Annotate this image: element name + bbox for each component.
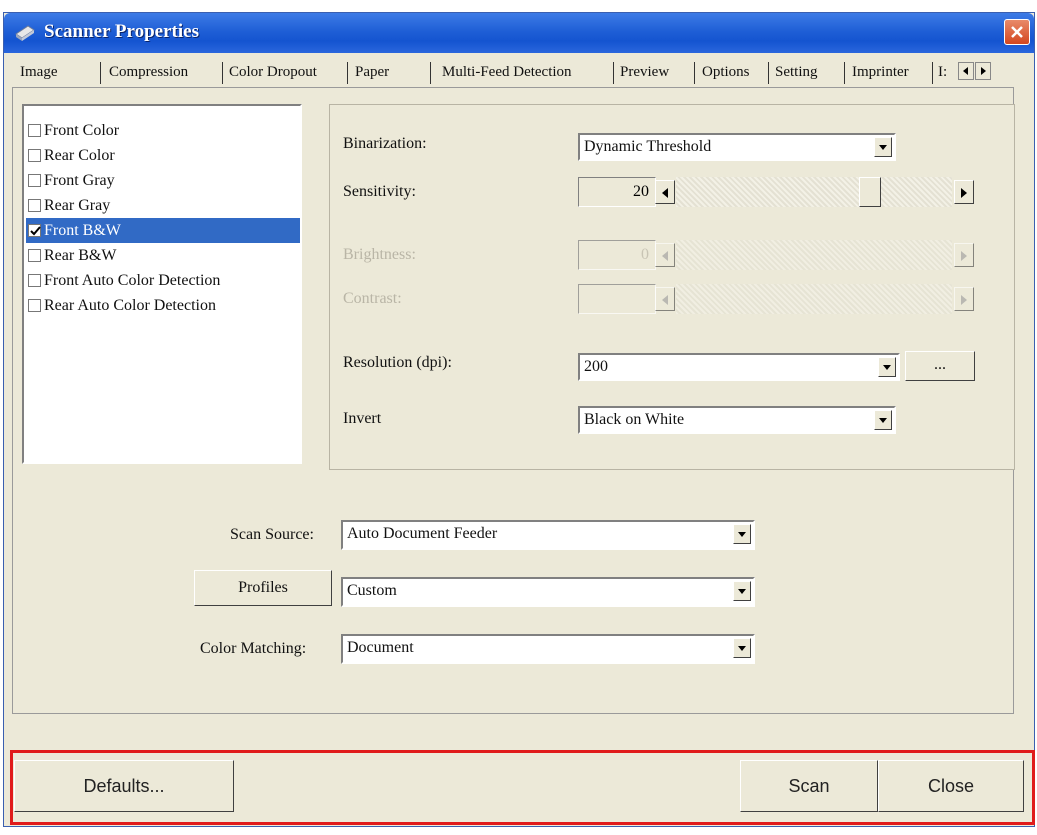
color-matching-label: Color Matching: xyxy=(200,640,307,657)
scanner-icon xyxy=(15,25,35,41)
dropdown-arrow-button[interactable] xyxy=(878,357,896,377)
contrast-label: Contrast: xyxy=(343,290,402,307)
tab-preview[interactable]: Preview xyxy=(620,58,669,86)
arrow-right-icon xyxy=(961,251,967,261)
tab-divider xyxy=(694,62,695,84)
tab-imprinter[interactable]: Imprinter xyxy=(852,58,909,86)
checkbox-checked[interactable] xyxy=(28,224,41,237)
scan-source-select[interactable]: Auto Document Feeder xyxy=(341,520,755,550)
sensitivity-value-box: 20 xyxy=(578,177,656,207)
sensitivity-slider-thumb[interactable] xyxy=(859,177,881,207)
chevron-down-icon xyxy=(879,418,887,423)
title-bar[interactable]: Scanner Properties xyxy=(4,13,1034,53)
tab-truncated[interactable]: I: xyxy=(938,58,947,86)
list-item-rear-auto-color-detection[interactable]: Rear Auto Color Detection xyxy=(26,293,300,318)
tab-divider xyxy=(768,62,769,84)
tab-divider xyxy=(347,62,348,84)
contrast-slider-track xyxy=(676,284,952,314)
invert-select[interactable]: Black on White xyxy=(578,406,896,434)
tab-compression[interactable]: Compression xyxy=(109,58,188,86)
tab-scroll-left-button[interactable] xyxy=(958,62,974,80)
tab-setting[interactable]: Setting xyxy=(775,58,818,86)
tab-divider xyxy=(932,62,933,84)
arrow-right-icon xyxy=(981,67,986,75)
color-matching-select[interactable]: Document xyxy=(341,634,755,664)
chevron-down-icon xyxy=(738,589,746,594)
tab-strip: Image Compression Color Dropout Paper Mu… xyxy=(12,58,1022,88)
sensitivity-increase-button[interactable] xyxy=(954,180,974,204)
checkbox[interactable] xyxy=(28,299,41,312)
tab-divider xyxy=(222,62,223,84)
arrow-left-icon xyxy=(963,67,968,75)
contrast-increase-button xyxy=(954,287,974,311)
list-item-rear-bw[interactable]: Rear B&W xyxy=(26,243,300,268)
tab-divider xyxy=(613,62,614,84)
checkmark-icon xyxy=(30,226,41,236)
arrow-right-icon xyxy=(961,295,967,305)
checkbox[interactable] xyxy=(28,124,41,137)
contrast-decrease-button xyxy=(655,287,675,311)
brightness-label: Brightness: xyxy=(343,246,416,263)
brightness-decrease-button xyxy=(655,243,675,267)
dropdown-arrow-button[interactable] xyxy=(874,137,892,157)
tab-color-dropout[interactable]: Color Dropout xyxy=(229,58,317,86)
arrow-right-icon xyxy=(961,188,967,198)
tab-image[interactable]: Image xyxy=(20,58,57,86)
scan-source-label: Scan Source: xyxy=(230,526,314,543)
list-item-front-gray[interactable]: Front Gray xyxy=(26,168,300,193)
arrow-left-icon xyxy=(662,188,668,198)
list-item-front-color[interactable]: Front Color xyxy=(26,118,300,143)
tab-options[interactable]: Options xyxy=(702,58,750,86)
tab-divider xyxy=(844,62,845,84)
chevron-down-icon xyxy=(879,145,887,150)
profiles-button[interactable]: Profiles xyxy=(194,570,332,606)
dropdown-arrow-button[interactable] xyxy=(874,410,892,430)
resolution-more-button[interactable]: ... xyxy=(905,351,975,381)
brightness-slider-track xyxy=(676,240,952,270)
tab-scroll-right-button[interactable] xyxy=(975,62,991,80)
brightness-increase-button xyxy=(954,243,974,267)
list-item-rear-color[interactable]: Rear Color xyxy=(26,143,300,168)
resolution-label: Resolution (dpi): xyxy=(343,354,452,371)
checkbox[interactable] xyxy=(28,249,41,262)
close-window-button[interactable] xyxy=(1004,19,1030,45)
dropdown-arrow-button[interactable] xyxy=(733,581,751,601)
list-item-front-auto-color-detection[interactable]: Front Auto Color Detection xyxy=(26,268,300,293)
tab-divider xyxy=(430,62,431,84)
chevron-down-icon xyxy=(738,646,746,651)
contrast-value-box xyxy=(578,284,656,314)
dropdown-arrow-button[interactable] xyxy=(733,524,751,544)
chevron-down-icon xyxy=(883,365,891,370)
window-title: Scanner Properties xyxy=(44,21,199,42)
image-type-list[interactable]: Front Color Rear Color Front Gray Rear G… xyxy=(22,104,302,464)
list-item-rear-gray[interactable]: Rear Gray xyxy=(26,193,300,218)
resolution-select[interactable]: 200 xyxy=(578,353,900,381)
sensitivity-slider-track[interactable] xyxy=(676,177,952,207)
tab-multi-feed-detection[interactable]: Multi-Feed Detection xyxy=(442,58,572,86)
checkbox[interactable] xyxy=(28,199,41,212)
highlight-box xyxy=(10,750,1035,825)
list-item-front-bw[interactable]: Front B&W xyxy=(26,218,300,243)
brightness-value-box: 0 xyxy=(578,240,656,270)
binarization-select[interactable]: Dynamic Threshold xyxy=(578,133,896,161)
arrow-left-icon xyxy=(662,251,668,261)
profiles-select[interactable]: Custom xyxy=(341,577,755,607)
arrow-left-icon xyxy=(662,295,668,305)
tab-paper[interactable]: Paper xyxy=(355,58,389,86)
binarization-label: Binarization: xyxy=(343,135,427,152)
checkbox[interactable] xyxy=(28,149,41,162)
checkbox[interactable] xyxy=(28,274,41,287)
chevron-down-icon xyxy=(738,532,746,537)
invert-label: Invert xyxy=(343,410,382,427)
sensitivity-label: Sensitivity: xyxy=(343,183,416,200)
close-icon xyxy=(1011,26,1023,38)
checkbox[interactable] xyxy=(28,174,41,187)
tab-divider xyxy=(100,62,101,84)
sensitivity-decrease-button[interactable] xyxy=(655,180,675,204)
dropdown-arrow-button[interactable] xyxy=(733,638,751,658)
